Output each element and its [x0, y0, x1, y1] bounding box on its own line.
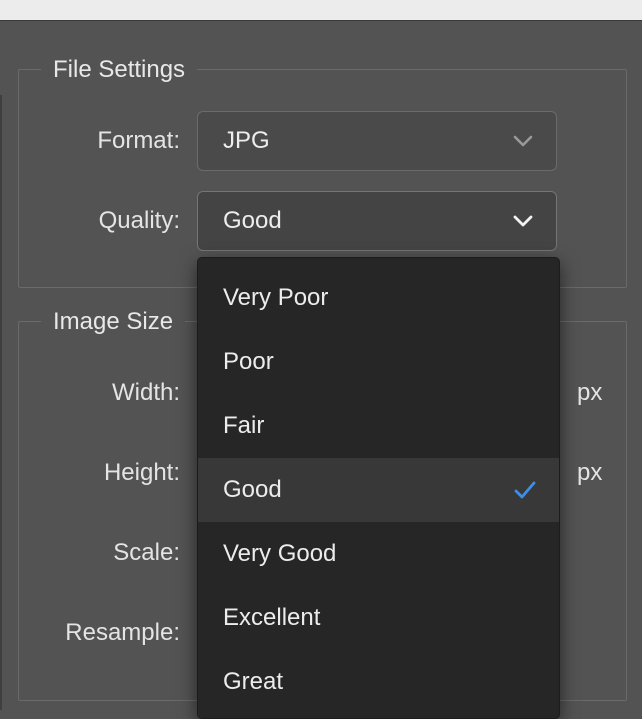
- quality-dropdown-menu: Very Poor Poor Fair Good Very Good Excel…: [197, 257, 560, 719]
- checkmark-icon: [514, 481, 536, 499]
- menu-item-excellent[interactable]: Excellent: [198, 586, 559, 650]
- width-label: Width:: [111, 379, 180, 406]
- menu-item-label: Fair: [223, 412, 265, 439]
- left-panel-edge: [0, 95, 2, 710]
- menu-item-label: Poor: [223, 348, 274, 375]
- menu-item-label: Excellent: [223, 604, 321, 631]
- chevron-down-icon: [513, 215, 533, 227]
- quality-select[interactable]: Good: [197, 191, 557, 251]
- menu-item-label: Great: [223, 668, 284, 695]
- quality-select-value: Good: [223, 207, 282, 234]
- file-settings-legend: File Settings: [41, 55, 198, 85]
- menu-item-very-poor[interactable]: Very Poor: [198, 266, 559, 330]
- format-select-value: JPG: [223, 127, 270, 154]
- menu-item-very-good[interactable]: Very Good: [198, 522, 559, 586]
- menu-item-good[interactable]: Good: [198, 458, 559, 522]
- menu-item-label: Very Good: [223, 540, 337, 567]
- file-settings-group: File Settings: [18, 55, 627, 288]
- menu-item-label: Very Poor: [223, 284, 329, 311]
- height-label: Height:: [103, 459, 180, 486]
- chevron-down-icon: [513, 135, 533, 147]
- window-top-bar: [0, 0, 642, 21]
- height-unit: px: [577, 459, 603, 486]
- format-label: Format:: [97, 127, 180, 154]
- scale-label: Scale:: [113, 539, 180, 566]
- quality-menu-list: Very Poor Poor Fair Good Very Good Excel…: [198, 266, 559, 714]
- resample-label: Resample:: [65, 619, 180, 646]
- menu-item-label: Good: [223, 476, 282, 503]
- menu-item-fair[interactable]: Fair: [198, 394, 559, 458]
- format-select[interactable]: JPG: [197, 111, 557, 171]
- image-size-legend: Image Size: [41, 307, 186, 337]
- width-unit: px: [577, 379, 603, 406]
- quality-label: Quality:: [98, 207, 180, 234]
- menu-item-great[interactable]: Great: [198, 650, 559, 714]
- menu-item-poor[interactable]: Poor: [198, 330, 559, 394]
